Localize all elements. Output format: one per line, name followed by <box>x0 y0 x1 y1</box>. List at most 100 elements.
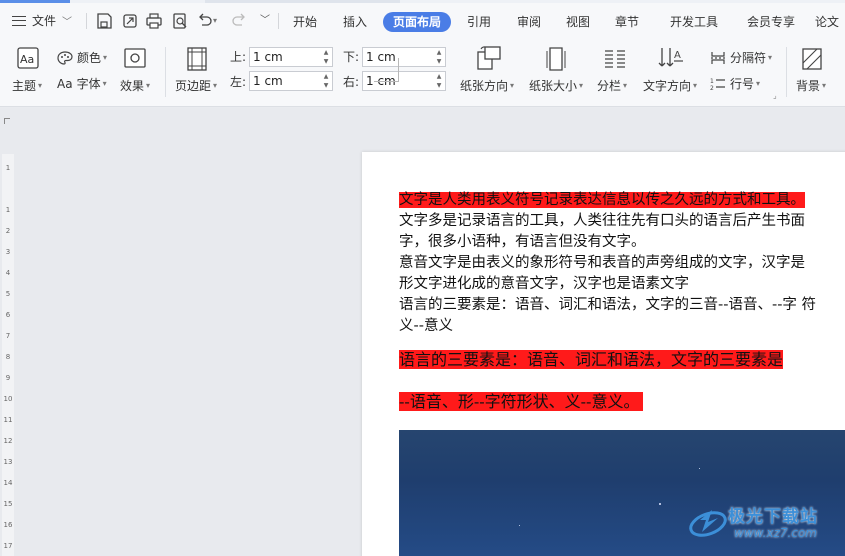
ruler-tick: 12 <box>3 437 13 445</box>
hamburger-icon <box>12 15 26 26</box>
background-button[interactable]: 背景 ▾ <box>796 77 826 94</box>
ruler-tick: 4 <box>5 269 11 277</box>
right-margin-label: 右: <box>343 75 360 89</box>
svg-text:Aa: Aa <box>20 53 34 66</box>
theme-button[interactable]: 主题 ▾ <box>12 77 42 94</box>
tab-view[interactable]: 视图 <box>559 12 597 32</box>
star-dot <box>699 468 700 469</box>
tab-member-exclusive[interactable]: 会员专享 <box>741 12 801 32</box>
undo-icon[interactable] <box>196 12 214 30</box>
undo-dropdown-icon[interactable]: ▾ <box>213 12 223 30</box>
bottom-margin-value: 1 cm <box>366 50 396 64</box>
top-margin-input[interactable]: 1 cm ▲ ▼ <box>249 47 333 67</box>
page-break-icon <box>710 51 726 65</box>
theme-icon[interactable]: Aa <box>17 47 39 69</box>
paper-size-icon[interactable] <box>546 47 566 71</box>
ruler-tick: 15 <box>3 500 13 508</box>
watermark-site-name: 极光下载站 <box>728 507 818 527</box>
text-direction-icon[interactable]: A <box>658 46 684 70</box>
customize-icon[interactable]: ﹀ <box>256 12 274 30</box>
highlighted-paragraph-line[interactable]: 语言的三要素是：语音、词汇和语法，文字的三要素是 <box>399 350 784 369</box>
chevron-down-icon: ▾ <box>38 81 43 90</box>
text-direction-label: 文字方向 <box>643 79 692 93</box>
menu-divider <box>278 13 279 29</box>
file-menu-button[interactable]: 文件 ﹀ <box>12 12 72 29</box>
paragraph-line[interactable]: 字，很多小语种，有语言但没有文字。 <box>399 232 646 253</box>
theme-label: 主题 <box>12 79 37 93</box>
print-icon[interactable] <box>145 12 163 30</box>
tab-review[interactable]: 审阅 <box>510 12 548 32</box>
paragraph-line[interactable]: 义--意义 <box>399 316 453 337</box>
chevron-down-icon: ▾ <box>579 81 584 90</box>
effect-icon[interactable] <box>124 48 146 68</box>
left-margin-input[interactable]: 1 cm ▲ ▼ <box>249 71 333 91</box>
paper-size-button[interactable]: 纸张大小 ▾ <box>529 77 583 94</box>
paragraph-line[interactable]: 文字多是记录语言的工具，人类往往先有口头的语言后产生书面 <box>399 211 805 232</box>
page-layout-ribbon: Aa 主题 ▾ 颜色 ▾ Aa 字体 ▾ 效果 ▾ 页边距 ▾ 上: 1 cm … <box>0 39 845 107</box>
paragraph-line[interactable]: 形文字进化成的意音文字，汉字也是语素文字 <box>399 274 689 295</box>
menu-bar: 文件 ﹀ ▾ ﹀ 开始 插入 页面布局 引用 审阅 视图 章节 开发工具 会员专… <box>0 3 845 39</box>
svg-text:A: A <box>674 50 681 61</box>
line-numbers-button[interactable]: 12 行号 ▾ <box>710 75 760 92</box>
highlighted-paragraph-line[interactable]: --语音、形--字符形状、义--意义。 <box>399 392 644 411</box>
tab-insert[interactable]: 插入 <box>336 12 374 32</box>
columns-button[interactable]: 分栏 ▾ <box>597 77 627 94</box>
redo-icon[interactable] <box>230 12 248 30</box>
orientation-icon[interactable] <box>476 46 502 70</box>
chevron-down-icon: ▾ <box>213 81 218 90</box>
tab-section[interactable]: 章节 <box>608 12 646 32</box>
spinner-arrows-icon[interactable]: ▲ ▼ <box>435 48 443 66</box>
crop-mark <box>398 58 399 82</box>
background-icon[interactable] <box>802 48 822 70</box>
spinner-arrows-icon[interactable]: ▲ ▼ <box>322 72 330 90</box>
bottom-margin-input[interactable]: 1 cm ▲ ▼ <box>362 47 446 67</box>
color-button[interactable]: 颜色 ▾ <box>57 49 107 66</box>
tab-developer-tools[interactable]: 开发工具 <box>664 12 724 32</box>
ribbon-divider <box>786 47 787 97</box>
ruler-corner-icon <box>4 118 10 124</box>
bottom-margin-label: 下: <box>343 50 360 64</box>
paragraph-line[interactable]: 语言的三要素是：语音、词汇和语法，文字的三音--语音、--字 符 <box>399 295 816 316</box>
effect-label: 效果 <box>120 79 145 93</box>
chevron-down-icon: ▾ <box>623 81 628 90</box>
orientation-button[interactable]: 纸张方向 ▾ <box>460 77 514 94</box>
margins-icon[interactable] <box>186 47 208 71</box>
tab-references[interactable]: 引用 <box>460 12 498 32</box>
ruler-tick: 1 <box>5 164 11 172</box>
file-menu-label: 文件 <box>32 14 57 28</box>
print-preview-icon[interactable] <box>171 12 189 30</box>
paragraph-line[interactable]: 意音文字是由表义的象形符号和表音的声旁组成的文字，汉字是 <box>399 253 805 274</box>
tab-start[interactable]: 开始 <box>286 12 324 32</box>
effect-button[interactable]: 效果 ▾ <box>120 77 150 94</box>
highlighted-paragraph-line[interactable]: 文字是人类用表义符号记录表达信息以传之久远的方式和工具。 <box>399 192 805 208</box>
spinner-arrows-icon[interactable]: ▲ ▼ <box>435 72 443 90</box>
ribbon-dialog-launcher-icon[interactable]: ⌟ <box>773 91 777 100</box>
ruler-tick: 7 <box>5 332 11 340</box>
background-label: 背景 <box>796 79 821 93</box>
ruler-tick: 14 <box>3 479 13 487</box>
palette-icon <box>57 50 73 65</box>
menu-divider <box>86 13 87 29</box>
breaks-button[interactable]: 分隔符 ▾ <box>710 49 772 66</box>
site-watermark: 极光下载站 www.xz7.com <box>686 498 836 548</box>
line-numbers-label: 行号 <box>730 77 755 91</box>
watermark-url: www.xz7.com <box>734 526 817 540</box>
text-direction-button[interactable]: 文字方向 ▾ <box>643 77 697 94</box>
tab-thesis[interactable]: 论文 <box>815 12 845 32</box>
font-label: 字体 <box>76 77 101 91</box>
ruler-tick: 17 <box>3 542 13 550</box>
font-button[interactable]: Aa 字体 ▾ <box>57 75 107 92</box>
line-numbers-icon: 12 <box>710 77 726 92</box>
export-icon[interactable] <box>121 12 139 30</box>
ruler-tick: 16 <box>3 521 13 529</box>
columns-icon[interactable] <box>603 49 627 69</box>
svg-text:2: 2 <box>710 85 714 91</box>
tab-page-layout[interactable]: 页面布局 <box>383 12 451 32</box>
save-icon[interactable] <box>95 12 113 30</box>
spinner-arrows-icon[interactable]: ▲ ▼ <box>322 48 330 66</box>
vertical-ruler[interactable]: 1 1 2 3 4 5 6 7 8 9 10 11 12 13 14 15 16… <box>0 108 16 556</box>
margins-button[interactable]: 页边距 ▾ <box>175 77 217 94</box>
star-dot <box>659 503 661 505</box>
ruler-tick: 9 <box>5 374 11 382</box>
ruler-tick: 1 <box>5 206 11 214</box>
